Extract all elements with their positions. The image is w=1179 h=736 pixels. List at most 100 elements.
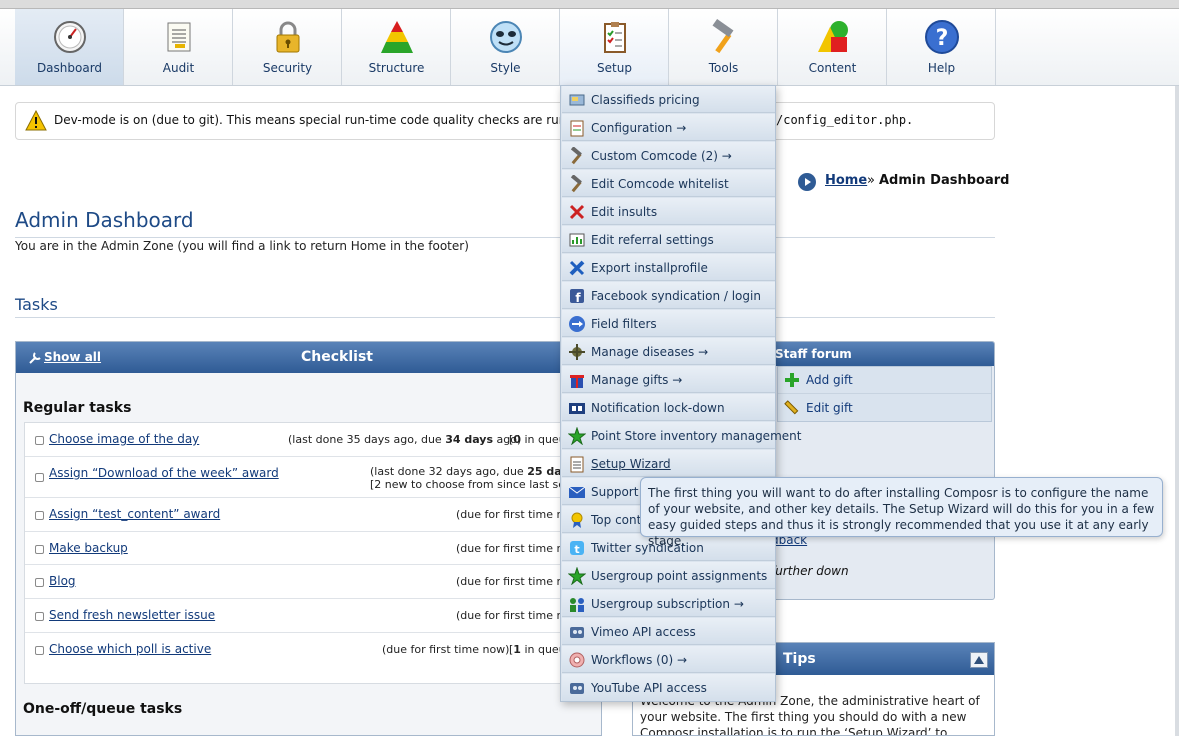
menu-item-label: Classifieds pricing [591, 93, 700, 107]
usergroup-icon [570, 598, 584, 612]
task-link[interactable]: Blog [49, 574, 76, 588]
breadcrumb-home-link[interactable]: Home [825, 173, 867, 188]
task-row: Make backup (due for first time now [25, 532, 595, 565]
configuration-icon [570, 120, 584, 137]
comcode-whitelist-icon [570, 175, 582, 193]
task-meta-line2: [2 new to choose from since last settin [370, 478, 584, 491]
menu-item-usergroup-points[interactable]: Usergroup point assignments [562, 562, 775, 589]
page-title: Admin Dashboard [15, 208, 194, 232]
nav-security[interactable]: Security [233, 9, 342, 85]
support-tickets-icon [568, 486, 586, 498]
collapse-button[interactable] [970, 652, 988, 668]
notice-text: Dev-mode is on (due to git). This means … [54, 113, 585, 127]
menu-item-referral-settings[interactable]: Edit referral settings [562, 226, 775, 253]
nav-tools[interactable]: Tools [669, 9, 778, 85]
menu-item-label: YouTube API access [591, 681, 707, 695]
menu-item-label: Notification lock-down [591, 401, 725, 415]
award-ribbon-icon [571, 512, 583, 528]
menu-item-field-filters[interactable]: Field filters [562, 310, 775, 337]
referral-icon [569, 233, 585, 247]
task-checkbox[interactable] [35, 473, 44, 482]
padlock-icon [276, 21, 300, 53]
menu-item-label: Point Store inventory management [591, 429, 802, 443]
menu-item-workflows[interactable]: Workflows (0) → [562, 646, 775, 673]
menu-item-custom-comcode[interactable]: Custom Comcode (2) → [562, 142, 775, 169]
task-meta: (last done 32 days ago, due 25 days a [370, 465, 585, 478]
svg-text:t: t [574, 543, 579, 556]
task-link[interactable]: Choose image of the day [49, 432, 199, 446]
menu-item-manage-gifts[interactable]: Manage gifts → [562, 366, 775, 393]
svg-text:f: f [575, 291, 581, 305]
staff-forum-panel: Staff forum Add gift Edit gift dback fur… [770, 341, 995, 600]
menu-item-label: Edit referral settings [591, 233, 714, 247]
twitter-icon: t [570, 541, 584, 556]
edit-gift-item[interactable]: Edit gift [778, 395, 991, 422]
nav-help[interactable]: ? Help [887, 9, 996, 85]
add-gift-label: Add gift [806, 373, 853, 387]
task-table: Choose image of the day (last done 35 da… [24, 422, 595, 684]
menu-item-point-store[interactable]: Point Store inventory management [562, 422, 801, 449]
task-checkbox[interactable] [35, 646, 44, 655]
edit-gift-label: Edit gift [806, 401, 853, 415]
question-mark-icon: ? [925, 20, 959, 54]
warning-icon [25, 110, 47, 131]
nav-setup[interactable]: Setup [560, 9, 669, 85]
menu-item-label: Manage gifts → [591, 373, 683, 387]
task-checkbox[interactable] [35, 436, 44, 445]
menu-item-youtube[interactable]: YouTube API access [562, 674, 775, 701]
nav-content[interactable]: Content [778, 9, 887, 85]
facebook-icon: f [570, 289, 584, 305]
menu-item-classifieds-pricing[interactable]: Classifieds pricing [562, 86, 775, 113]
task-checkbox[interactable] [35, 578, 44, 587]
nav-style[interactable]: Style [451, 9, 560, 85]
notice-code: /config_editor.php. [776, 113, 914, 127]
nav-structure[interactable]: Structure [342, 9, 451, 85]
gifts-submenu: Add gift Edit gift [777, 366, 992, 422]
show-all-link[interactable]: Show all [44, 350, 101, 364]
task-link[interactable]: Choose which poll is active [49, 642, 211, 656]
task-checkbox[interactable] [35, 511, 44, 520]
audit-document-icon [167, 22, 191, 52]
add-gift-item[interactable]: Add gift [778, 367, 991, 394]
menu-item-setup-wizard[interactable]: Setup Wizard [562, 450, 775, 477]
pencil-icon [784, 400, 799, 415]
task-checkbox[interactable] [35, 612, 44, 621]
svg-text:?: ? [936, 26, 949, 51]
oneoff-tasks-heading: One-off/queue tasks [23, 701, 183, 717]
menu-item-configuration[interactable]: Configuration → [562, 114, 775, 141]
green-plus-icon [785, 373, 799, 387]
browser-chrome-strip [0, 0, 1179, 9]
wrench-small-icon [29, 352, 41, 364]
task-link[interactable]: Make backup [49, 541, 128, 555]
nav-label: Dashboard [36, 61, 103, 75]
menu-item-manage-diseases[interactable]: Manage diseases → [562, 338, 775, 365]
field-filters-icon [569, 316, 585, 332]
clipboard-checklist-icon [604, 22, 626, 53]
menu-item-vimeo[interactable]: Vimeo API access [562, 618, 775, 645]
menu-item-export-installprofile[interactable]: Export installprofile [562, 254, 775, 281]
scrollbar[interactable] [1175, 86, 1179, 736]
menu-item-edit-insults[interactable]: Edit insults [562, 198, 775, 225]
gift-icon [570, 375, 584, 388]
nav-label: Audit [162, 61, 195, 75]
menu-item-label: Manage diseases → [591, 345, 709, 359]
task-meta: (due for first time now) [382, 643, 510, 656]
setup-dropdown-menu: Classifieds pricing Configuration → Cust… [560, 85, 801, 702]
green-star-icon [568, 427, 586, 445]
task-link[interactable]: Assign “test_content” award [49, 507, 220, 521]
task-link[interactable]: Send fresh newsletter issue [49, 608, 215, 622]
nav-dashboard[interactable]: Dashboard [15, 9, 124, 85]
task-checkbox[interactable] [35, 545, 44, 554]
nav-audit[interactable]: Audit [124, 9, 233, 85]
green-star-icon [568, 567, 586, 585]
dev-mode-notice: Dev-mode is on (due to git). This means … [15, 102, 995, 140]
shapes-icon [818, 21, 848, 52]
menu-item-facebook[interactable]: f Facebook syndication / login [562, 282, 775, 309]
task-link[interactable]: Assign “Download of the week” award [49, 466, 279, 480]
menu-item-usergroup-subscription[interactable]: Usergroup subscription → [562, 590, 775, 617]
checklist-panel: Show all Checklist Regular tasks Choose … [15, 341, 602, 736]
menu-item-comcode-whitelist[interactable]: Edit Comcode whitelist [562, 170, 775, 197]
menu-item-label: Edit insults [591, 205, 658, 219]
checklist-header: Show all Checklist [16, 342, 601, 373]
menu-item-notification-lockdown[interactable]: Notification lock-down [562, 394, 775, 421]
